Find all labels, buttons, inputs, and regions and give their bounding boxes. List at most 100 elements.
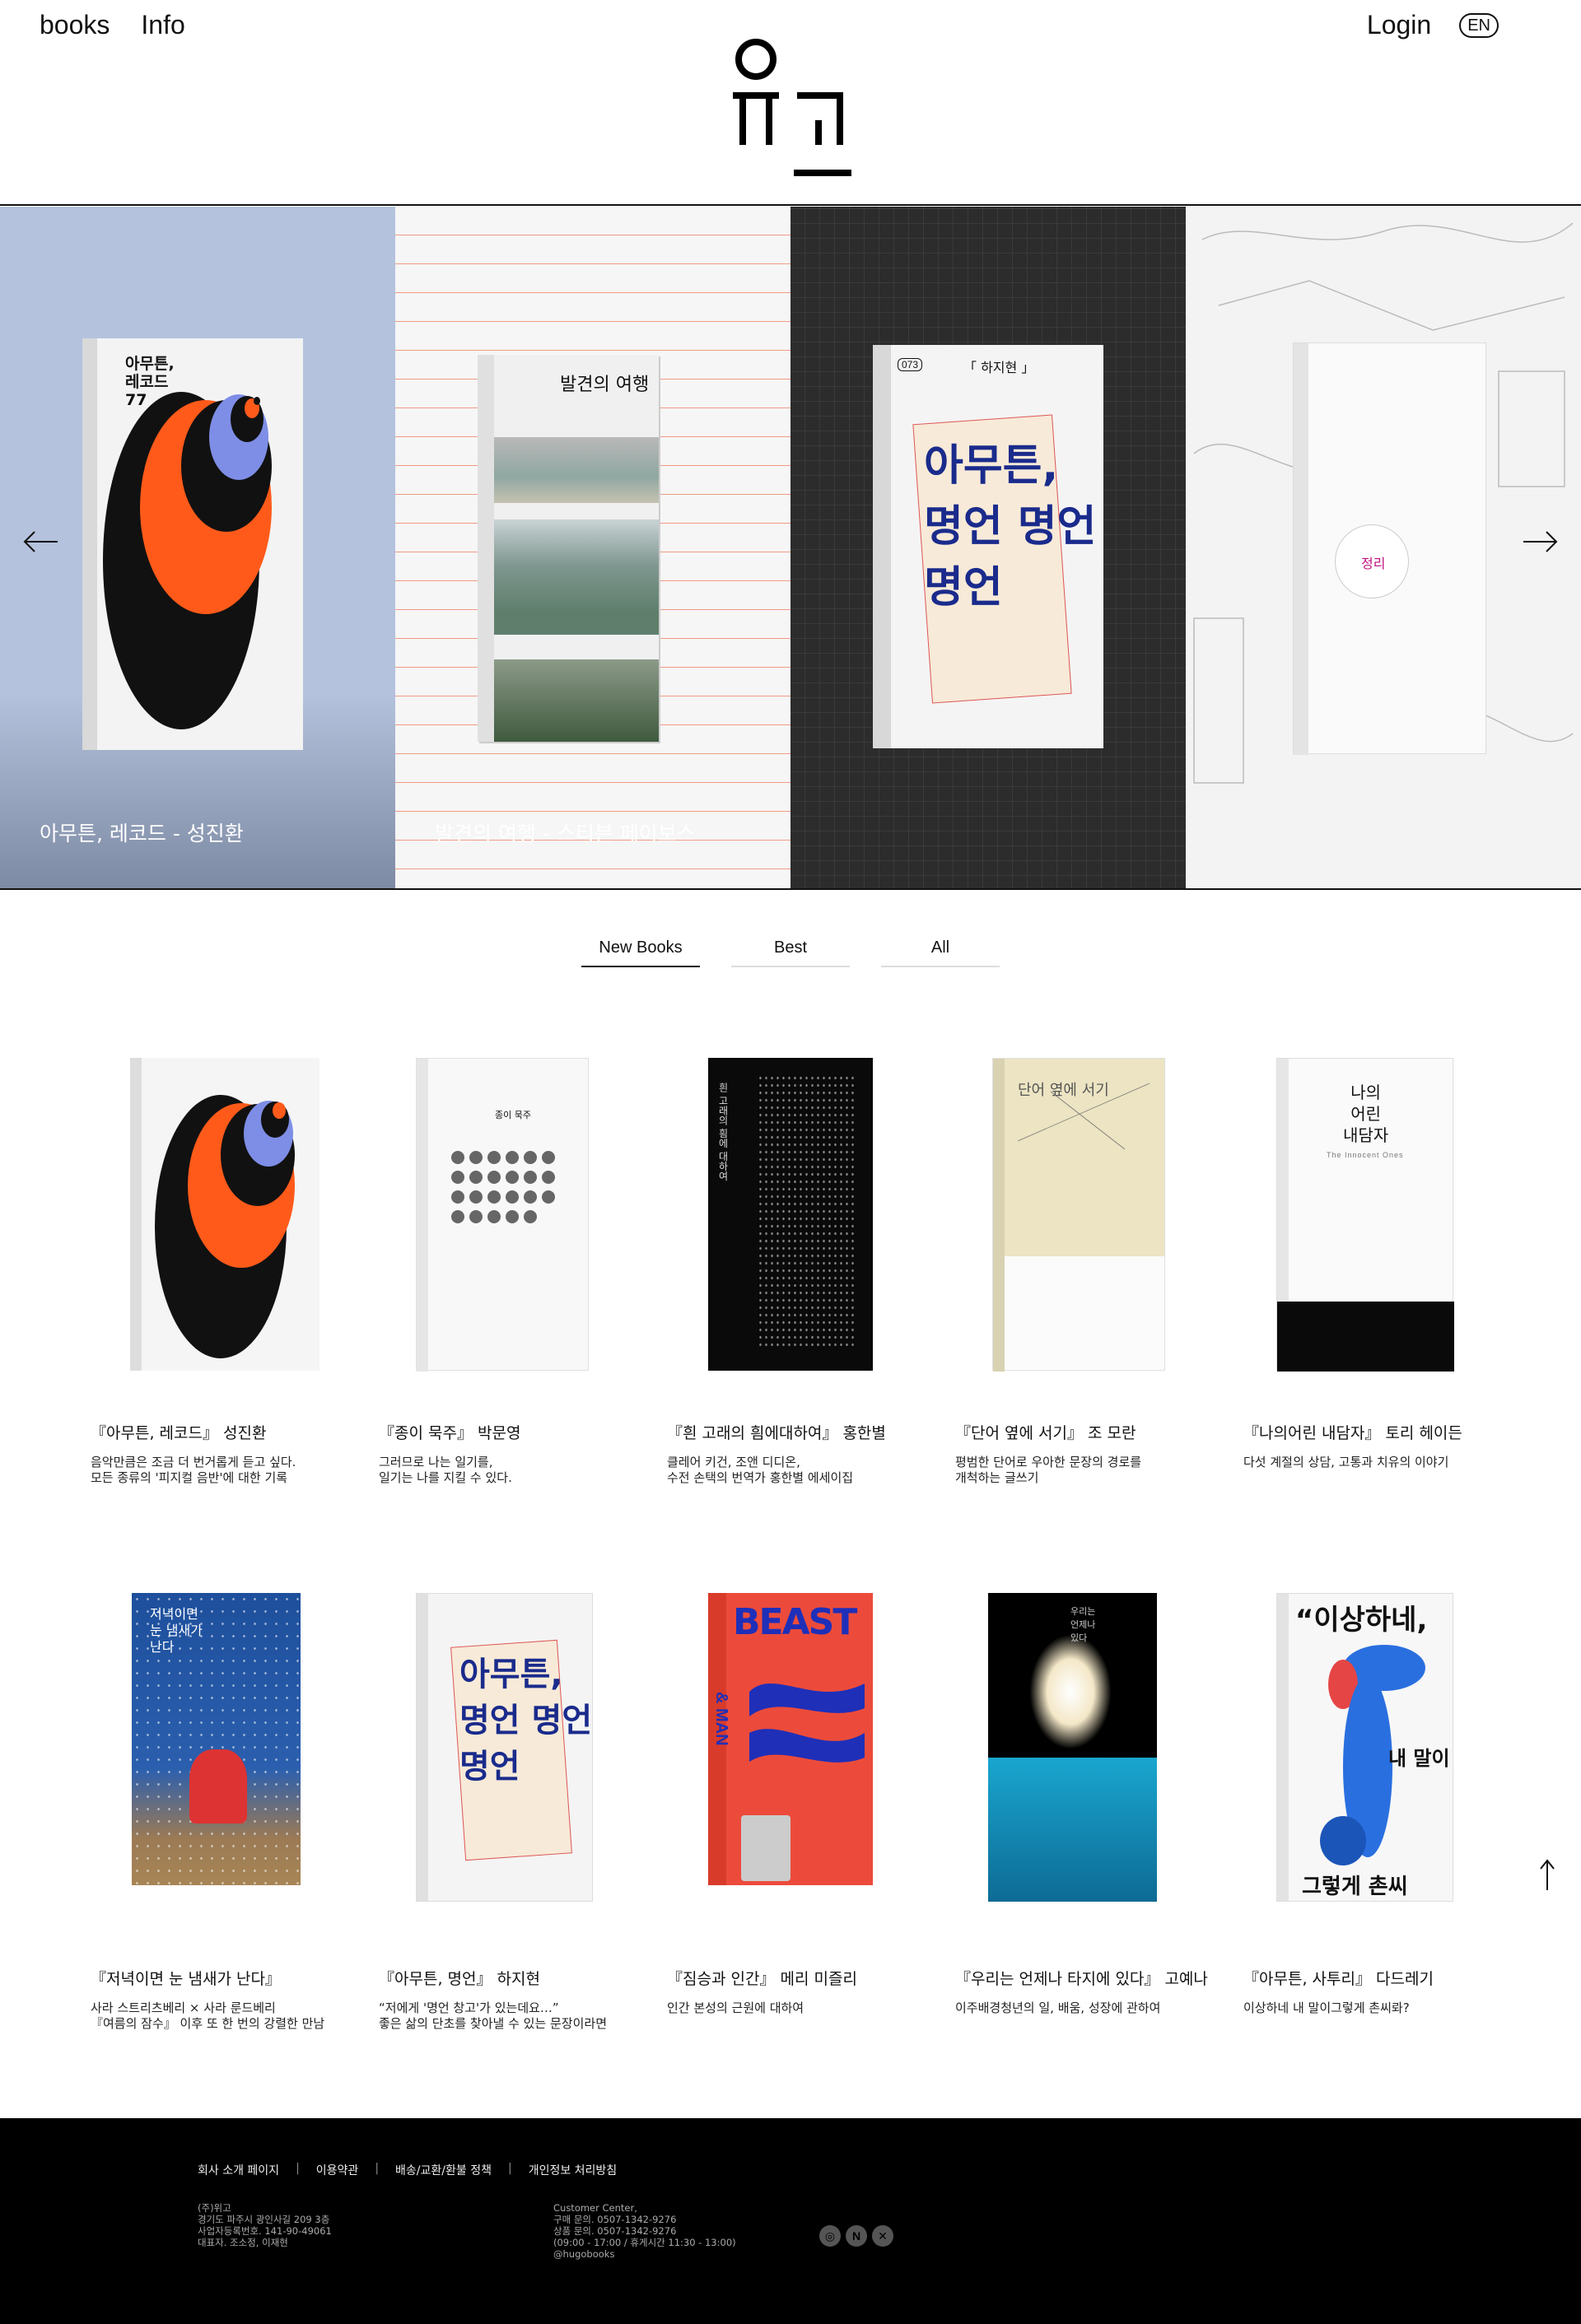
book-description-line: 평범한 단어로 우아한 문장의 경로를 <box>955 1455 1142 1469</box>
series-number-badge: 073 <box>898 358 923 371</box>
instagram-icon[interactable]: ◎ <box>819 2225 841 2247</box>
footer-link-company[interactable]: 회사 소개 페이지 <box>198 2162 279 2178</box>
book-card[interactable]: 나의 어린 내담자 The Innocent Ones <box>1243 1058 1490 1372</box>
book-description: 인간 본성의 근원에 대하여 <box>667 2000 930 2016</box>
customer-center-info: Customer Center, 구매 문의. 0507-1342-9276 상… <box>553 2202 736 2260</box>
cover-title: 종이 묵주 <box>495 1110 531 1120</box>
cover-subtitle: The Innocent Ones <box>1327 1151 1404 1159</box>
book-card[interactable] <box>91 1058 338 1375</box>
language-toggle[interactable]: EN <box>1459 12 1499 38</box>
slide-caption: 발견의 여행 - 스티븐 페이보스 <box>435 822 696 845</box>
cover-title: 나의 어린 내담자 <box>1343 1083 1389 1145</box>
footer-link-shipping[interactable]: 배송/교환/환불 정책 <box>395 2162 492 2178</box>
tab-new-books[interactable]: New Books <box>581 938 700 967</box>
cover-lines <box>1017 1083 1150 1150</box>
naver-icon[interactable]: N <box>846 2225 867 2247</box>
book-description-line: 사라 스트리츠베리 × 사라 룬드베리 <box>91 2000 276 2015</box>
company-info-line: (주)위고 <box>198 2202 231 2214</box>
book-cover: 우리는 언제나 있다 <box>988 1593 1157 1902</box>
book-card[interactable]: 아무튼, 명언 명언 명언 <box>379 1593 626 1902</box>
nav-info-link[interactable]: Info <box>141 10 184 40</box>
book-card[interactable]: “이상하네, 내 말이 그렇게 촌씨롸?” <box>1243 1593 1490 1902</box>
book-title[interactable]: 『우리는 언제나 타지에 있다』 고예나 <box>955 1967 1208 1989</box>
book-title[interactable]: 『아무튼, 사투리』 다드레기 <box>1243 1967 1434 1989</box>
book-description-line: 모든 종류의 '피지컬 음반'에 대한 기록 <box>91 1470 288 1485</box>
book-title[interactable]: 『아무튼, 레코드』 성진환 <box>91 1421 266 1443</box>
x-icon[interactable]: ✕ <box>872 2225 893 2247</box>
company-info-line: 대표자. 조소정, 이재현 <box>198 2237 288 2248</box>
login-link[interactable]: Login <box>1367 10 1431 40</box>
book-card[interactable]: 저녁이면 눈 냄새가 난다 <box>91 1593 338 1885</box>
book-title[interactable]: 『나의어린 내담자』 토리 헤이든 <box>1243 1421 1462 1443</box>
book-card[interactable]: BEAST & MAN <box>667 1593 914 1885</box>
book-cover: 종이 묵주 <box>416 1058 589 1372</box>
cover-author: 「 하지현 」 <box>963 360 1035 375</box>
slide-discovery-cover-title: 발견의 여행 <box>560 375 650 395</box>
book-description-line: 이상하네 내 말이그렇게 촌씨롸? <box>1243 2000 1410 2015</box>
book-cover: 저녁이면 눈 냄새가 난다 <box>132 1593 301 1885</box>
book-description: 다섯 계절의 상담, 고통과 치유의 이야기 <box>1243 1455 1507 1470</box>
book-description-line: 다섯 계절의 상담, 고통과 치유의 이야기 <box>1243 1455 1449 1469</box>
customer-center-line: (09:00 - 17:00 / 휴게시간 11:30 - 13:00) <box>553 2237 736 2248</box>
book-description-line: 클레어 키건, 조앤 디디온, <box>667 1455 800 1469</box>
user-nav: Login EN <box>1367 10 1499 40</box>
book-cover: 나의 어린 내담자 The Innocent Ones <box>1276 1058 1454 1372</box>
site-footer: 회사 소개 페이지 | 이용약관 | 배송/교환/환불 정책 | 개인정보 처리… <box>0 2118 1581 2324</box>
book-cover: 단어 옆에 서기 <box>992 1058 1165 1372</box>
social-links: ◎ N ✕ <box>819 2225 893 2247</box>
book-cover: “이상하네, 내 말이 그렇게 촌씨롸?” <box>1276 1593 1453 1902</box>
footer-link-privacy[interactable]: 개인정보 처리방침 <box>529 2162 618 2178</box>
scroll-to-top-arrow-icon[interactable] <box>1538 1859 1556 1892</box>
book-description-line: 일기는 나를 지킬 수 있다. <box>379 1470 512 1485</box>
book-title[interactable]: 『저녁이면 눈 냄새가 난다』 <box>91 1967 281 1989</box>
book-card[interactable]: 종이 묵주 <box>379 1058 626 1372</box>
footer-links: 회사 소개 페이지 | 이용약관 | 배송/교환/환불 정책 | 개인정보 처리… <box>198 2162 617 2178</box>
book-cover: 아무튼, 명언 명언 명언 <box>416 1593 593 1902</box>
footer-separator: | <box>507 2162 512 2175</box>
cover-big-title: 아무튼, 명언 명언 명언 <box>924 441 1097 612</box>
cover-title: BEAST <box>733 1601 857 1643</box>
book-title[interactable]: 『흰 고래의 흼에대하여』 홍한별 <box>667 1421 886 1443</box>
cover-title: 저녁이면 눈 냄새가 난다 <box>150 1606 203 1655</box>
book-card[interactable]: 흰 고래의 흼에 대하여 <box>667 1058 914 1371</box>
company-info-line: 경기도 파주시 광인사길 209 3층 <box>198 2214 330 2225</box>
next-slide-arrow-icon[interactable] <box>1522 529 1558 554</box>
slide-mongen[interactable]: 073 「 하지현 」 아무튼, 명언 명언 명언 <box>790 207 1186 888</box>
customer-center-line: 구매 문의. 0507-1342-9276 <box>553 2214 677 2225</box>
book-title[interactable]: 『단어 옆에 서기』 조 모란 <box>955 1421 1136 1443</box>
main-nav: books Info <box>40 10 185 40</box>
book-title[interactable]: 『아무튼, 명언』 하지현 <box>379 1967 540 1989</box>
book-title[interactable]: 『종이 묵주』 박문영 <box>379 1421 520 1443</box>
footer-link-terms[interactable]: 이용약관 <box>316 2162 359 2178</box>
nav-books-link[interactable]: books <box>40 10 110 40</box>
slide-discovery-cover: 발견의 여행 <box>478 355 659 742</box>
slide-record-cover <box>82 338 303 750</box>
book-card[interactable]: 우리는 언제나 있다 <box>955 1593 1202 1902</box>
book-description-line: 인간 본성의 근원에 대하여 <box>667 2000 804 2015</box>
book-card[interactable]: 단어 옆에 서기 <box>955 1058 1202 1372</box>
cover-illustration <box>749 1684 865 1763</box>
book-cover <box>130 1058 319 1371</box>
instagram-handle[interactable]: @hugobooks <box>553 2248 736 2260</box>
book-description-line: 그러므로 나는 일기를, <box>379 1455 493 1469</box>
book-title[interactable]: 『짐승과 인간』 메리 미즐리 <box>667 1967 857 1989</box>
book-description-line: 수전 손택의 번역가 홍한별 에세이집 <box>667 1470 854 1485</box>
slide-sketch-cover: 정리 <box>1293 342 1486 755</box>
book-tabs: New Books Best All <box>581 938 1000 967</box>
slide-discovery[interactable]: 발견의 여행 발견의 여행 - 스티븐 페이보스 <box>395 207 790 888</box>
slide-caption: 아무튼, 레코드 - 성진환 <box>40 822 244 845</box>
slide-record[interactable]: 아무튼, 레코드 77 아무튼, 레코드 - 성진환 <box>0 207 395 888</box>
tab-all[interactable]: All <box>881 938 1000 967</box>
cover-big-title: 아무튼, 명언 명언 명언 <box>459 1656 593 1786</box>
footer-separator: | <box>375 2162 380 2175</box>
slide-mongen-cover: 073 「 하지현 」 아무튼, 명언 명언 명언 <box>873 345 1103 748</box>
tab-best[interactable]: Best <box>731 938 850 967</box>
cover-title: 우리는 언제나 있다 <box>1070 1606 1096 1643</box>
cover-subtitle: & MAN <box>712 1692 730 1746</box>
book-description-line: 좋은 삶의 단초를 찾아낼 수 있는 문장이라면 <box>379 2016 608 2031</box>
hugo-logo[interactable] <box>731 38 851 178</box>
prev-slide-arrow-icon[interactable] <box>23 529 59 554</box>
customer-center-line: Customer Center, <box>553 2202 637 2214</box>
slide-record-cover-title: 아무튼, 레코드 77 <box>125 355 175 409</box>
book-cover: 흰 고래의 흼에 대하여 <box>708 1058 873 1371</box>
